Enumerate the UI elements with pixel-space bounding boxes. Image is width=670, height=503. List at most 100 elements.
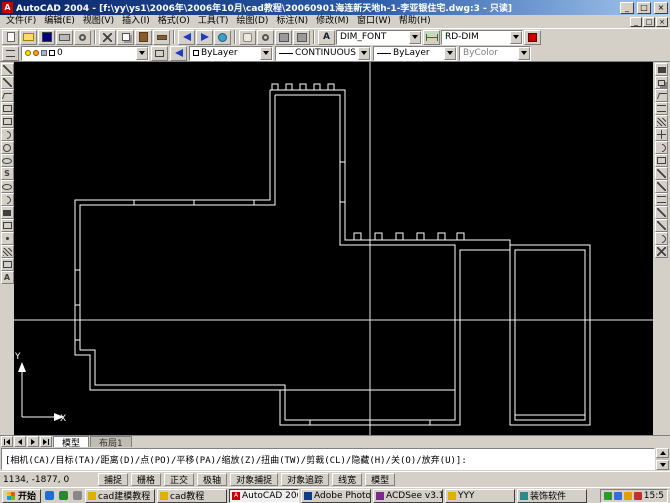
undo-button[interactable] bbox=[178, 30, 195, 45]
tab-model[interactable]: 模型 bbox=[53, 436, 89, 447]
plot-preview-button[interactable] bbox=[74, 30, 91, 45]
stretch-button[interactable] bbox=[655, 167, 668, 180]
match-properties-button[interactable] bbox=[153, 30, 170, 45]
construction-line-button[interactable] bbox=[1, 76, 14, 89]
hatch-button[interactable] bbox=[1, 245, 14, 258]
extend-button[interactable] bbox=[655, 193, 668, 206]
taskbar-acdsee[interactable]: ACDSee v3.1... bbox=[373, 489, 443, 503]
taskbar-autocad[interactable]: AAutoCAD 200... bbox=[229, 489, 299, 503]
command-scrollbar[interactable] bbox=[656, 448, 669, 470]
redo-button[interactable] bbox=[196, 30, 213, 45]
tray-icon-4[interactable] bbox=[634, 492, 642, 500]
layer-combo[interactable]: 0 bbox=[21, 46, 149, 61]
arc-button[interactable] bbox=[1, 128, 14, 141]
menu-item-draw[interactable]: 绘图(D) bbox=[232, 15, 272, 28]
layer-properties-button[interactable] bbox=[2, 46, 19, 61]
linetype-combo[interactable]: CONTINUOUS bbox=[275, 46, 371, 61]
chevron-down-icon[interactable] bbox=[260, 47, 272, 60]
menu-item-edit[interactable]: 编辑(E) bbox=[40, 15, 79, 28]
tray-icon-1[interactable] bbox=[604, 492, 612, 500]
chevron-down-icon[interactable] bbox=[358, 47, 370, 60]
dim-style-combo[interactable]: RD-DIM bbox=[441, 30, 523, 45]
copy-object-button[interactable] bbox=[655, 76, 668, 89]
chevron-down-icon[interactable] bbox=[409, 31, 421, 44]
line-button[interactable] bbox=[1, 63, 14, 76]
insert-hyperlink-button[interactable] bbox=[214, 30, 231, 45]
tab-prev-button[interactable] bbox=[14, 436, 26, 447]
scroll-down-button[interactable] bbox=[656, 460, 669, 470]
mdi-minimize-button[interactable]: _ bbox=[630, 17, 642, 27]
offset-button[interactable] bbox=[655, 102, 668, 115]
maximize-button[interactable]: □ bbox=[637, 2, 651, 14]
zoom-button[interactable] bbox=[257, 30, 274, 45]
menu-item-help[interactable]: 帮助(H) bbox=[395, 15, 435, 28]
taskbar-decor-software[interactable]: 装饰软件 bbox=[517, 489, 587, 503]
taskbar-yyy-folder[interactable]: YYY bbox=[445, 489, 515, 503]
polar-toggle[interactable]: 极轴 bbox=[197, 473, 227, 486]
lineweight-toggle[interactable]: 线宽 bbox=[332, 473, 362, 486]
polyline-button[interactable] bbox=[1, 89, 14, 102]
make-object-layer-current-button[interactable] bbox=[151, 46, 168, 61]
coordinate-display[interactable]: 1134, -1877, 0 bbox=[3, 475, 95, 485]
command-line-input[interactable]: [相机(CA)/目标(TA)/距离(D)/点(PO)/平移(PA)/缩放(Z)/… bbox=[1, 448, 655, 470]
ellipse-arc-button[interactable] bbox=[1, 193, 14, 206]
close-button[interactable]: × bbox=[654, 2, 668, 14]
color-combo[interactable]: ByLayer bbox=[189, 46, 273, 61]
layer-freeze-icon[interactable] bbox=[33, 50, 39, 56]
text-style-button[interactable]: A bbox=[318, 30, 335, 45]
chevron-down-icon[interactable] bbox=[136, 47, 148, 60]
open-button[interactable] bbox=[20, 30, 37, 45]
layer-previous-button[interactable] bbox=[170, 46, 187, 61]
osnap-toggle[interactable]: 对象捕捉 bbox=[230, 473, 278, 486]
plot-style-combo[interactable]: ByColor bbox=[459, 46, 531, 61]
new-button[interactable] bbox=[2, 30, 19, 45]
tray-icon-2[interactable] bbox=[614, 492, 622, 500]
tab-next-button[interactable] bbox=[27, 436, 39, 447]
designcenter-button[interactable] bbox=[293, 30, 310, 45]
cut-button[interactable] bbox=[99, 30, 116, 45]
tab-layout1[interactable]: 布局1 bbox=[90, 436, 132, 447]
rotate-button[interactable] bbox=[655, 141, 668, 154]
mirror-button[interactable] bbox=[655, 89, 668, 102]
quicklaunch-ie-button[interactable] bbox=[43, 490, 55, 502]
grid-toggle[interactable]: 栅格 bbox=[131, 473, 161, 486]
rectangle-button[interactable] bbox=[1, 115, 14, 128]
quicklaunch-media-button[interactable] bbox=[71, 490, 83, 502]
copy-button[interactable] bbox=[117, 30, 134, 45]
layer-lock-icon[interactable] bbox=[41, 50, 47, 56]
properties-button[interactable] bbox=[275, 30, 292, 45]
scroll-up-button[interactable] bbox=[656, 448, 669, 458]
taskbar-cad-tutorial-folder[interactable]: cad教程 bbox=[157, 489, 227, 503]
mdi-restore-button[interactable]: □ bbox=[643, 17, 655, 27]
mdi-close-button[interactable]: × bbox=[656, 17, 668, 27]
menu-item-modify[interactable]: 修改(M) bbox=[312, 15, 353, 28]
move-button[interactable] bbox=[655, 128, 668, 141]
fillet-button[interactable] bbox=[655, 232, 668, 245]
start-button[interactable]: 开始 bbox=[2, 489, 41, 503]
ortho-toggle[interactable]: 正交 bbox=[164, 473, 194, 486]
point-button[interactable] bbox=[1, 232, 14, 245]
chamfer-button[interactable] bbox=[655, 219, 668, 232]
spline-button[interactable]: S bbox=[1, 167, 14, 180]
tab-first-button[interactable] bbox=[1, 436, 13, 447]
dim-style-button[interactable] bbox=[423, 30, 440, 45]
dim-update-button[interactable] bbox=[524, 30, 541, 45]
trim-button[interactable] bbox=[655, 180, 668, 193]
array-button[interactable] bbox=[655, 115, 668, 128]
snap-toggle[interactable]: 捕捉 bbox=[98, 473, 128, 486]
ellipse-button[interactable] bbox=[1, 180, 14, 193]
model-space-toggle[interactable]: 模型 bbox=[365, 473, 395, 486]
revision-cloud-button[interactable] bbox=[1, 154, 14, 167]
chevron-down-icon[interactable] bbox=[444, 47, 456, 60]
lineweight-combo[interactable]: ByLayer bbox=[373, 46, 457, 61]
explode-button[interactable] bbox=[655, 245, 668, 258]
circle-button[interactable] bbox=[1, 141, 14, 154]
chevron-down-icon[interactable] bbox=[518, 47, 530, 60]
menu-item-insert[interactable]: 插入(I) bbox=[118, 15, 154, 28]
text-style-combo[interactable]: DIM_FONT bbox=[336, 30, 422, 45]
multiline-text-button[interactable]: A bbox=[1, 271, 14, 284]
chevron-down-icon[interactable] bbox=[510, 31, 522, 44]
erase-button[interactable] bbox=[655, 63, 668, 76]
scale-button[interactable] bbox=[655, 154, 668, 167]
make-block-button[interactable] bbox=[1, 219, 14, 232]
